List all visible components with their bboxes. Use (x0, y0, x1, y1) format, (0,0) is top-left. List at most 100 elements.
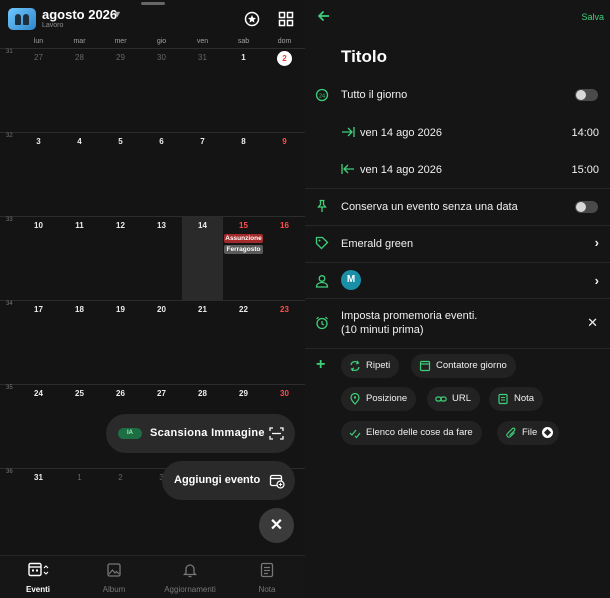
day-cell[interactable]: 27 (18, 53, 59, 131)
checklist-icon (349, 429, 361, 439)
day-cell[interactable]: 1 (223, 53, 264, 131)
nav-label: Aggiornamenti (164, 585, 216, 594)
day-cell[interactable]: 31 (182, 53, 223, 131)
day-cell[interactable]: 30 (141, 53, 182, 131)
day-cell[interactable]: 16 (264, 221, 305, 299)
chevron-right-icon: › (594, 235, 599, 250)
day-cell[interactable]: 19 (100, 305, 141, 383)
day-cell[interactable]: 25 (59, 389, 100, 467)
back-arrow-icon[interactable] (317, 9, 331, 23)
calendar-add-icon (269, 474, 285, 489)
pin-icon (317, 199, 327, 212)
save-button[interactable]: Salva (581, 12, 604, 22)
app-icon[interactable] (8, 8, 36, 30)
weekday-label: gio (156, 38, 167, 45)
end-date[interactable]: ven 14 ago 2026 (360, 164, 442, 176)
week-number: 34 (6, 301, 13, 307)
event-chip[interactable]: Assunzione (224, 234, 263, 243)
event-title-input[interactable]: Titolo (341, 47, 387, 67)
today-marker: 2 (277, 51, 292, 66)
day-cell-selected[interactable]: 14 (182, 217, 223, 301)
divider (305, 188, 610, 189)
day-cell[interactable]: 22 (223, 305, 264, 383)
day-counter-icon (419, 360, 431, 372)
week-number: 33 (6, 217, 13, 223)
event-chip[interactable]: Ferragosto (224, 245, 263, 254)
close-icon: ✕ (269, 517, 284, 534)
day-cell[interactable]: 10 (18, 221, 59, 299)
all-day-label: Tutto il giorno (341, 89, 408, 101)
day-cell[interactable]: 21 (182, 305, 223, 383)
nav-item-eventi[interactable]: Eventi (0, 562, 76, 594)
chevron-down-icon[interactable]: ▼ (113, 9, 122, 19)
day-cell[interactable]: 18 (59, 305, 100, 383)
url-option[interactable]: URL (427, 387, 481, 411)
week-row: 34 17 18 19 20 21 22 23 (0, 300, 305, 384)
ai-badge: IA (118, 428, 142, 439)
scan-icon (269, 427, 284, 440)
todo-list-option[interactable]: Elenco delle cose da fare (341, 421, 482, 445)
link-icon (435, 396, 447, 402)
avatar[interactable]: M (341, 270, 361, 290)
calendar-header: agosto 2026 ▼ Lavoro (0, 0, 305, 34)
note-option[interactable]: Nota (489, 387, 544, 411)
day-cell[interactable]: 1 (59, 473, 100, 551)
file-option[interactable]: File (497, 421, 560, 445)
divider (305, 348, 610, 349)
weekday-label: ven (196, 38, 209, 45)
scan-image-button[interactable]: IA Scansiona Immagine (106, 414, 295, 453)
scan-image-label: Scansiona Immagine (150, 427, 265, 439)
url-label: URL (452, 393, 472, 404)
day-cell[interactable]: 17 (18, 305, 59, 383)
repeat-option[interactable]: Ripeti (341, 354, 400, 378)
day-cell[interactable]: 7 (182, 137, 223, 215)
day-cell[interactable]: 8 (223, 137, 264, 215)
month-title[interactable]: agosto 2026 (42, 7, 117, 22)
keep-without-date-label: Conserva un evento senza una data (341, 201, 518, 213)
week-number: 36 (6, 469, 13, 475)
grid-view-icon[interactable] (278, 11, 294, 27)
remove-reminder-button[interactable]: ✕ (587, 315, 598, 331)
start-time[interactable]: 14:00 (571, 127, 599, 139)
week-row: 32 3 4 5 6 7 8 9 (0, 132, 305, 216)
day-cell[interactable]: 13 (141, 221, 182, 299)
nav-item-album[interactable]: Album (76, 562, 152, 594)
day-cell[interactable]: 4 (59, 137, 100, 215)
divider (305, 262, 610, 263)
calendar-name: Lavoro (42, 22, 64, 29)
file-label: File (522, 427, 538, 438)
day-cell[interactable]: 28 (59, 53, 100, 131)
day-cell[interactable]: 3 (18, 137, 59, 215)
day-cell[interactable]: 12 (100, 221, 141, 299)
location-option[interactable]: Posizione (341, 387, 417, 411)
nav-item-nota[interactable]: Nota (229, 562, 305, 594)
day-cell[interactable]: 9 (264, 137, 305, 215)
nav-item-aggiornamenti[interactable]: Aggiornamenti (152, 562, 228, 594)
day-cell-holiday[interactable]: 15 Assunzione Ferragosto (223, 221, 264, 299)
repeat-icon (350, 360, 360, 372)
day-counter-option[interactable]: Contatore giorno (411, 354, 516, 378)
week-row: 33 10 11 12 13 14 15 Assunzione Ferragos… (0, 216, 305, 301)
all-day-toggle[interactable] (575, 89, 598, 101)
day-counter-label: Contatore giorno (436, 360, 507, 371)
star-icon[interactable] (244, 11, 260, 27)
start-date[interactable]: ven 14 ago 2026 (360, 127, 442, 139)
color-name: Emerald green (341, 238, 414, 250)
day-cell[interactable]: 11 (59, 221, 100, 299)
day-cell[interactable]: 23 (264, 305, 305, 383)
day-cell[interactable]: 20 (141, 305, 182, 383)
day-cell[interactable]: 6 (141, 137, 182, 215)
keep-without-date-toggle[interactable] (575, 201, 598, 213)
day-cell[interactable]: 24 (18, 389, 59, 467)
day-cell[interactable]: 29 (100, 53, 141, 131)
day-cell-today[interactable]: 2 (264, 51, 305, 131)
note-icon (260, 562, 274, 578)
end-time[interactable]: 15:00 (571, 164, 599, 176)
note-label: Nota (514, 393, 535, 404)
day-cell[interactable]: 31 (18, 473, 59, 551)
day-cell[interactable]: 5 (100, 137, 141, 215)
day-cell[interactable]: 2 (100, 473, 141, 551)
close-fab-button[interactable]: ✕ (259, 508, 294, 543)
calendar-icon (28, 562, 49, 577)
add-event-button[interactable]: Aggiungi evento (162, 461, 295, 500)
